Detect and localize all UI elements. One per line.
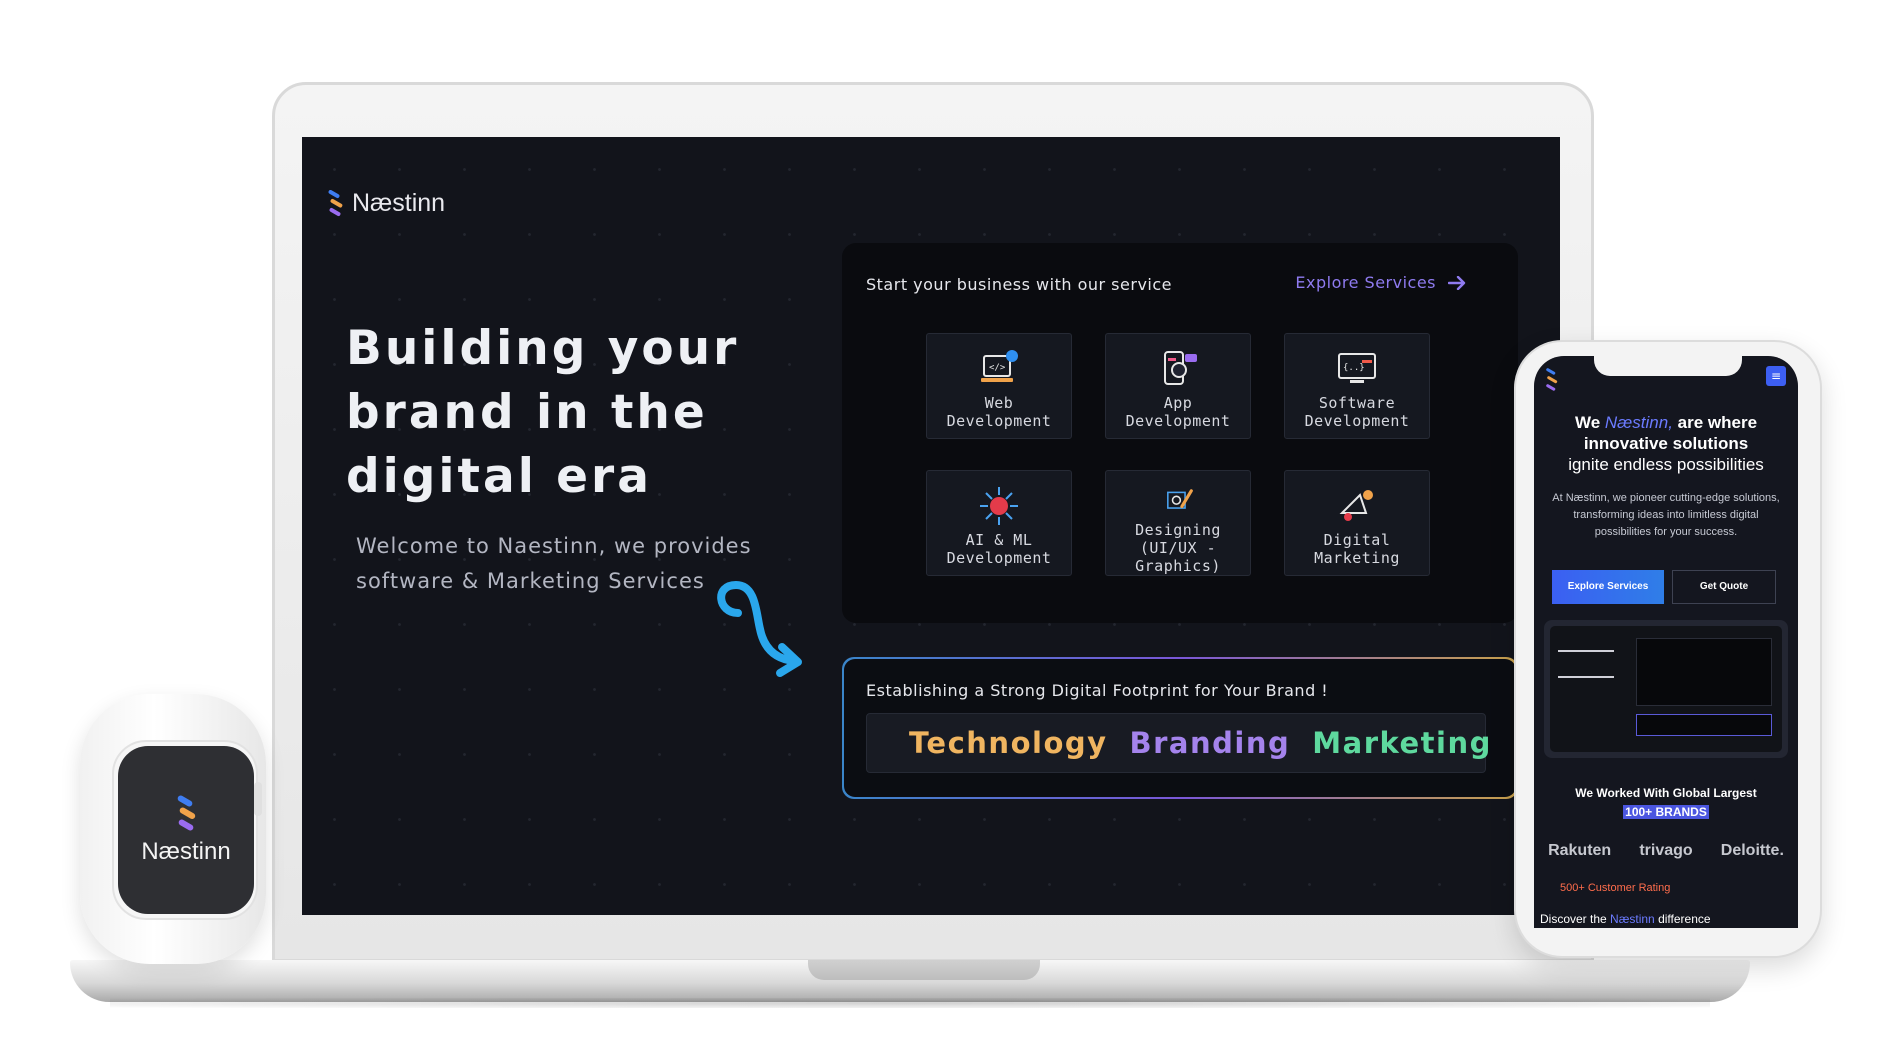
services-grid: </> Web Development App Development {..}… (926, 333, 1430, 576)
watch-brand-name: Næstinn (141, 838, 231, 865)
service-label: Designing (UI/UX - Graphics) (1135, 521, 1221, 575)
headline-brand: Næstinn, (1604, 413, 1673, 432)
svg-text:{..}: {..} (1343, 363, 1365, 373)
service-label: AI & ML Development (946, 531, 1052, 567)
brand-logo-trivago: trivago (1639, 842, 1693, 859)
watch-face: Næstinn (118, 746, 254, 914)
discover-pre: Discover the (1540, 912, 1607, 926)
discover-post: difference (1658, 912, 1711, 926)
service-card-software[interactable]: {..} Software Development (1284, 333, 1430, 439)
ai-ml-icon (980, 487, 1018, 525)
headline-we: We (1574, 413, 1601, 432)
explore-services-link[interactable]: Explore Services (1295, 273, 1466, 292)
service-card-marketing[interactable]: Digital Marketing (1284, 470, 1430, 576)
laptop-shadow (110, 998, 1710, 1008)
brand-name: Næstinn (352, 189, 446, 217)
keyword-technology: Technology (909, 726, 1108, 760)
explore-services-button[interactable]: Explore Services (1552, 570, 1664, 604)
laptop-hinge-notch (808, 960, 1040, 980)
brands-count: 100+ BRANDS (1623, 805, 1709, 819)
design-icon (1167, 489, 1193, 509)
explore-services-label: Explore Services (1295, 273, 1436, 292)
embedded-laptop-preview (1544, 620, 1788, 758)
service-card-app[interactable]: App Development (1105, 333, 1251, 439)
curly-arrow-icon (717, 580, 802, 677)
preview-services-panel (1636, 638, 1772, 706)
brand-mark-icon (177, 795, 196, 831)
discover-brand: Næstinn (1610, 912, 1655, 926)
web-development-icon: </> (981, 350, 1018, 382)
service-label: Digital Marketing (1314, 531, 1400, 567)
brands-heading: We Worked With Global Largest 100+ BRAND… (1534, 784, 1798, 822)
preview-hero-lines (1558, 650, 1614, 678)
hero-title: Building your brand in the digital era (346, 321, 740, 504)
brand-logos: Rakuten trivago Deloitte. (1534, 842, 1798, 860)
device-mockup-stage: Næstinn Building your brand in the digit… (0, 0, 1892, 1044)
phone-body-text: At Næstinn, we pioneer cutting-edge solu… (1552, 492, 1780, 538)
phone-headline: We Næstinn, are where innovative solutio… (1534, 412, 1798, 475)
service-label: App Development (1125, 394, 1231, 430)
hamburger-menu-icon[interactable]: ≡ (1766, 366, 1786, 386)
service-card-design[interactable]: Designing (UI/UX - Graphics) (1105, 470, 1251, 576)
brand-logo-rakuten: Rakuten (1548, 842, 1612, 859)
brand-mark-icon (328, 189, 343, 216)
watch-crown (254, 782, 262, 816)
phone-screen: ≡ We Næstinn, are where innovative solut… (1534, 356, 1798, 928)
service-label: Web Development (946, 394, 1052, 430)
footprint-title: Establishing a Strong Digital Footprint … (866, 681, 1329, 700)
get-quote-button[interactable]: Get Quote (1672, 570, 1776, 604)
services-panel: Start your business with our service Exp… (842, 243, 1518, 623)
service-label: Software Development (1304, 394, 1410, 430)
service-card-web[interactable]: </> Web Development (926, 333, 1072, 439)
keyword-branding: Branding (1129, 726, 1291, 760)
marketing-icon (1339, 490, 1373, 521)
keyword-marketing: Marketing (1312, 726, 1492, 760)
laptop-screen: Næstinn Building your brand in the digit… (302, 137, 1560, 915)
site-logo[interactable]: Næstinn (326, 189, 445, 218)
phone-notch (1594, 352, 1742, 376)
svg-text:</>: </> (989, 363, 1006, 373)
brands-title: We Worked With Global Largest (1575, 786, 1757, 800)
services-panel-title: Start your business with our service (866, 275, 1172, 294)
service-card-ai-ml[interactable]: AI & ML Development (926, 470, 1072, 576)
headline-tail: ignite endless possibilities (1568, 455, 1764, 474)
brand-logo-deloitte: Deloitte. (1720, 842, 1784, 859)
arrow-right-icon (1448, 275, 1466, 290)
app-development-icon (1164, 351, 1197, 385)
discover-heading: Discover the Næstinn difference (1540, 912, 1711, 926)
footprint-panel: Establishing a Strong Digital Footprint … (842, 657, 1518, 799)
keyword-strip: Technology Branding Marketing (866, 713, 1490, 773)
brand-mark-icon (1546, 368, 1558, 391)
preview-footprint-panel (1636, 714, 1772, 736)
customer-rating: 500+ Customer Rating (1560, 882, 1671, 894)
software-development-icon: {..} (1338, 353, 1376, 383)
